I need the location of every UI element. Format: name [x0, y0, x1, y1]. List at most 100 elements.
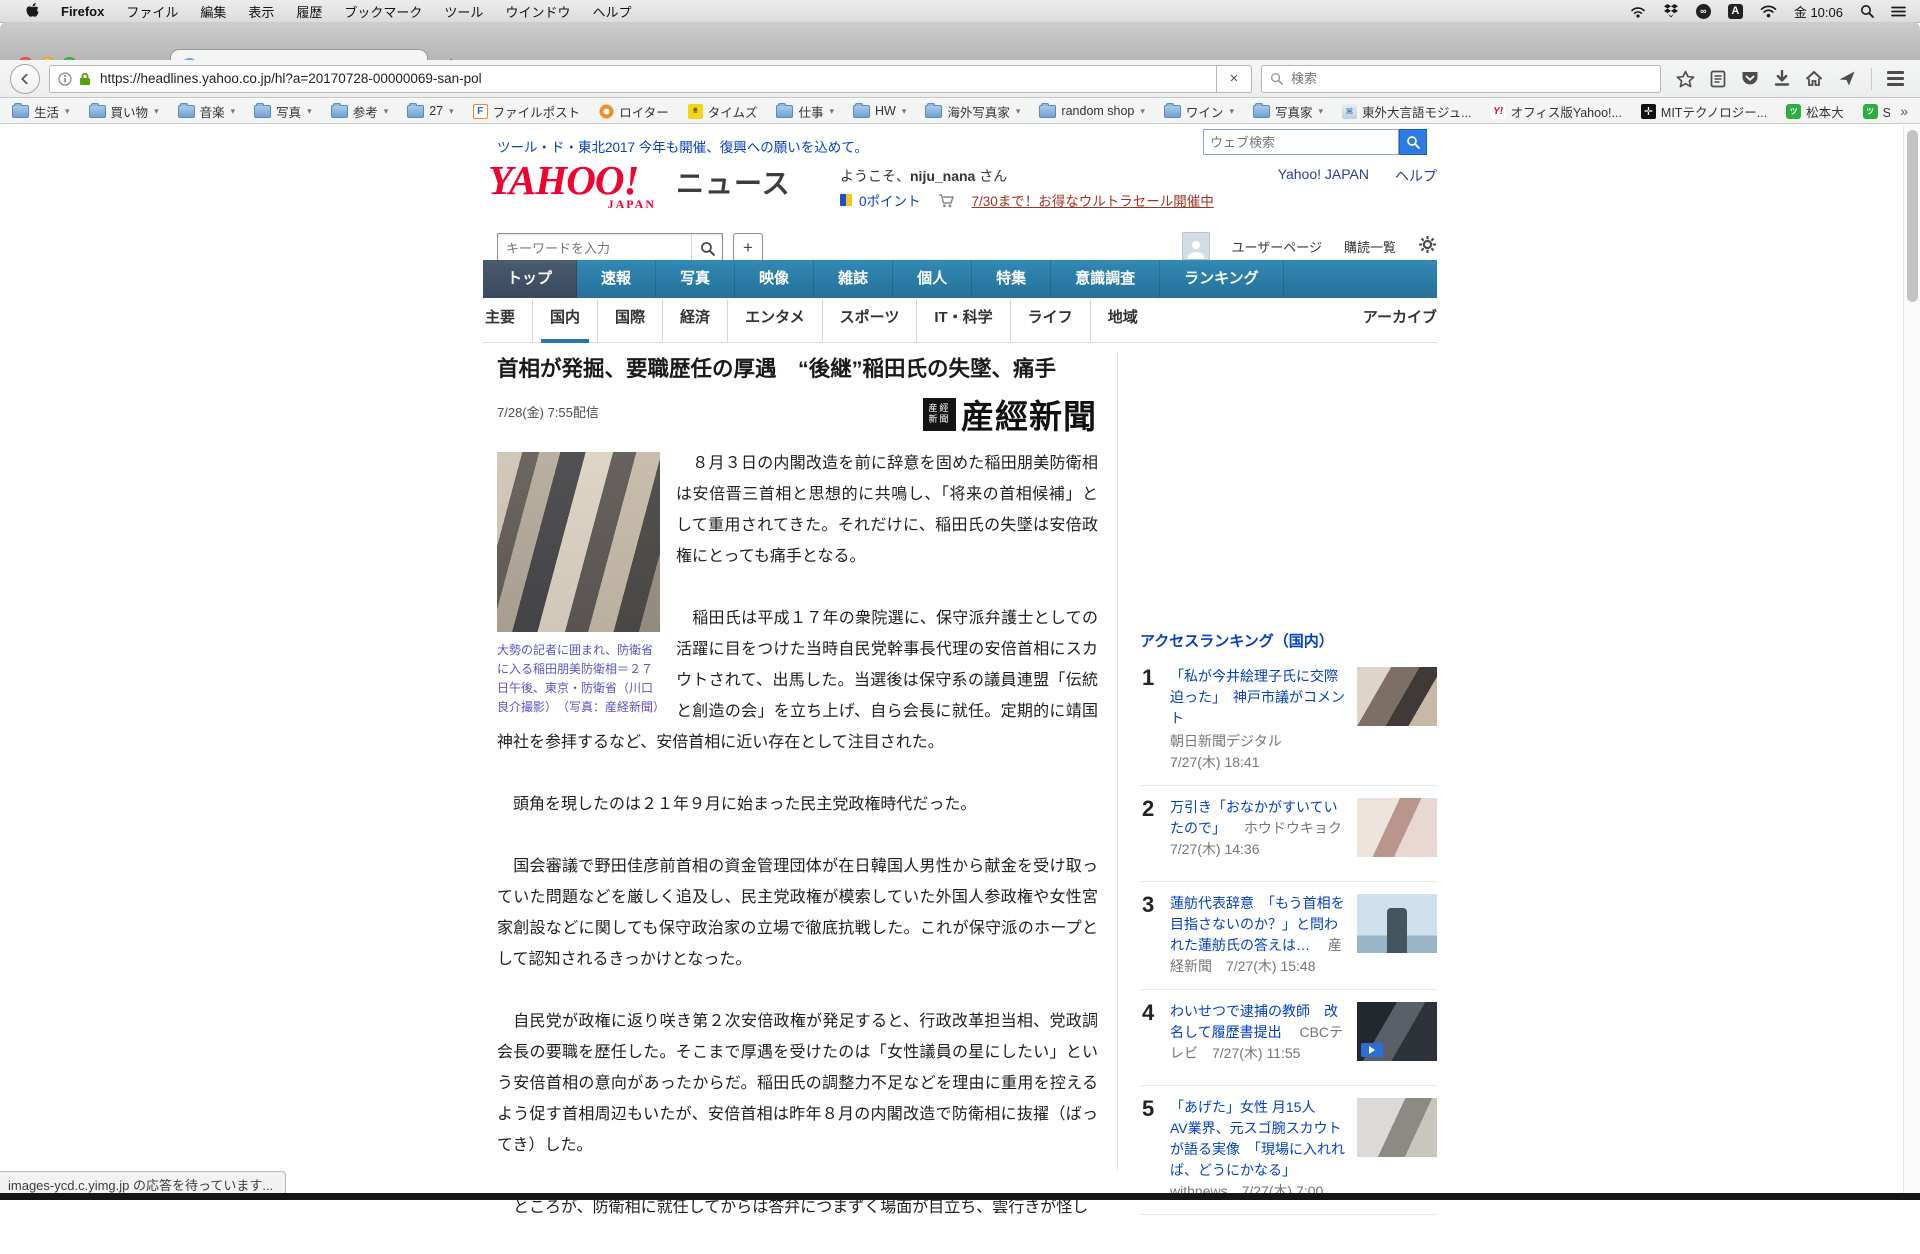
bookmark-item[interactable]: ⌘ 東外大言語モジュ...: [1342, 102, 1472, 121]
bookmark-folder[interactable]: 音楽: [177, 102, 236, 121]
bookmark-folder[interactable]: 海外写真家: [925, 102, 1020, 121]
bookmark-item[interactable]: ツSapere Vedere ～...: [1862, 102, 1890, 121]
scrollbar-thumb[interactable]: [1907, 130, 1918, 302]
bookmark-folder[interactable]: HW: [853, 103, 906, 118]
menu-window[interactable]: ウインドウ: [494, 2, 581, 21]
menu-tools[interactable]: ツール: [433, 2, 494, 21]
menu-bookmarks[interactable]: ブックマーク: [333, 2, 433, 21]
userpage-link[interactable]: ユーザーページ: [1232, 237, 1322, 256]
nav-tab-flash[interactable]: 速報: [577, 260, 657, 298]
signal-icon[interactable]: [1630, 5, 1646, 18]
yahoo-news-logo[interactable]: YAHOO! JAPAN ニュース: [488, 158, 791, 211]
category-domestic[interactable]: 国内: [532, 299, 597, 343]
nav-tab-photo[interactable]: 写真: [656, 260, 736, 298]
bookmark-folder[interactable]: ワイン: [1163, 102, 1234, 121]
back-button[interactable]: [10, 63, 40, 94]
points-link[interactable]: 0ポイント: [859, 190, 921, 210]
menu-view[interactable]: 表示: [237, 2, 285, 21]
wifi-icon[interactable]: [1760, 4, 1777, 18]
avatar[interactable]: [1181, 232, 1210, 260]
notification-center-icon[interactable]: [1891, 5, 1906, 18]
nav-tab-top[interactable]: トップ: [483, 260, 578, 298]
bookmark-item[interactable]: ✛ MITテクノロジー...: [1640, 102, 1767, 121]
ranking-link[interactable]: 「あげた」女性 月15人 AV業界、元スゴ腕スカウトが語る実像 「現場に入れれば…: [1170, 1099, 1345, 1178]
archive-link[interactable]: アーカイブ: [1346, 300, 1437, 343]
home-icon[interactable]: [1805, 70, 1823, 87]
pocket-icon[interactable]: [1741, 70, 1759, 87]
username[interactable]: niju_nana: [910, 168, 975, 184]
nav-tab-video[interactable]: 映像: [735, 260, 815, 298]
ranking-thumbnail[interactable]: [1357, 667, 1437, 726]
nav-tab-personal[interactable]: 個人: [893, 260, 973, 298]
bookmark-folder[interactable]: 参考: [330, 102, 389, 121]
category-world[interactable]: 国際: [597, 299, 662, 343]
browser-search-box[interactable]: [1261, 64, 1661, 93]
share-icon[interactable]: [1838, 70, 1856, 87]
news-search-button[interactable]: [691, 234, 722, 262]
subscriptions-link[interactable]: 購読一覧: [1344, 237, 1396, 256]
scrollbar-track[interactable]: [1903, 125, 1920, 1200]
category-local[interactable]: 地域: [1089, 299, 1155, 343]
nav-tab-feature[interactable]: 特集: [972, 260, 1052, 298]
category-entertainment[interactable]: エンタメ: [727, 299, 822, 343]
spotlight-search-icon[interactable]: [1860, 4, 1874, 18]
ranking-thumbnail[interactable]: [1357, 894, 1437, 953]
menu-firefox[interactable]: Firefox: [50, 4, 115, 19]
category-major[interactable]: 主要: [483, 300, 532, 343]
input-method-icon[interactable]: A: [1727, 3, 1743, 19]
ranking-link[interactable]: 「私が今井絵理子氏に交際迫った」 神戸市議がコメント: [1170, 668, 1345, 726]
bookmark-folder[interactable]: 写真: [254, 102, 312, 121]
bookmark-item[interactable]: F ファイルポスト: [472, 102, 580, 121]
category-economy[interactable]: 経済: [662, 299, 727, 343]
article-photo[interactable]: [497, 452, 660, 632]
bookmark-item[interactable]: ツ松本大: [1786, 102, 1844, 121]
ranking-title[interactable]: アクセスランキング（国内）: [1140, 630, 1334, 651]
category-sports[interactable]: スポーツ: [821, 299, 917, 343]
category-life[interactable]: ライフ: [1009, 299, 1090, 343]
web-search-button[interactable]: [1399, 129, 1427, 155]
bookmarks-overflow-chevron[interactable]: »: [1890, 103, 1908, 119]
photo-caption[interactable]: 大勢の記者に囲まれ、防衛省に入る稲田朋美防衛相＝２７日午後、東京・防衛省（川口良…: [497, 641, 665, 717]
url-bar[interactable]: [49, 64, 1217, 93]
sale-link[interactable]: 7/30まで！お得なウルトラセール開催中: [972, 190, 1214, 210]
nav-tab-poll[interactable]: 意識調査: [1051, 260, 1161, 298]
stop-button[interactable]: ×: [1217, 64, 1252, 93]
ranking-thumbnail[interactable]: [1357, 1098, 1437, 1157]
menu-history[interactable]: 履歴: [285, 2, 333, 21]
bookmark-folder[interactable]: 生活: [12, 102, 70, 121]
help-link[interactable]: ヘルプ: [1395, 166, 1437, 186]
creative-cloud-icon[interactable]: ∞: [1695, 3, 1711, 19]
settings-gear-icon[interactable]: [1418, 235, 1437, 257]
apple-menu-icon[interactable]: [14, 2, 50, 21]
menu-edit[interactable]: 編集: [189, 2, 237, 21]
bookmark-item[interactable]: ロイター: [599, 102, 669, 121]
menu-icon[interactable]: [1887, 71, 1904, 86]
bookmark-folder[interactable]: 27: [407, 103, 453, 118]
bookmark-folder[interactable]: random shop: [1039, 103, 1145, 118]
nav-tab-magazine[interactable]: 雑誌: [814, 260, 894, 298]
ranking-video-thumbnail[interactable]: [1357, 1002, 1437, 1061]
bookmark-item[interactable]: Y! オフィス版Yahoo!...: [1490, 102, 1622, 121]
bookmark-item[interactable]: ≣ タイムズ: [687, 102, 757, 121]
news-search-input[interactable]: [498, 240, 691, 256]
downloads-icon[interactable]: [1774, 70, 1790, 87]
reading-list-icon[interactable]: [1710, 70, 1726, 88]
web-search-input[interactable]: [1203, 129, 1399, 155]
category-it-science[interactable]: IT・科学: [916, 299, 1009, 343]
nav-tab-ranking[interactable]: ランキング: [1160, 260, 1284, 298]
news-search-box[interactable]: [497, 233, 723, 263]
menu-file[interactable]: ファイル: [115, 2, 189, 21]
bookmark-folder[interactable]: 仕事: [776, 102, 834, 121]
browser-search-input[interactable]: [1289, 70, 1652, 87]
ranking-thumbnail[interactable]: [1357, 798, 1437, 857]
bookmark-folder[interactable]: 買い物: [88, 102, 159, 121]
source-logo[interactable]: 産經 新聞 産經新聞: [897, 390, 1097, 438]
bookmark-star-icon[interactable]: [1676, 70, 1695, 88]
bookmark-folder[interactable]: 写真家: [1252, 102, 1323, 121]
menu-bar-clock[interactable]: 金 10:06: [1794, 2, 1843, 21]
add-search-tab-button[interactable]: +: [733, 233, 763, 263]
menu-help[interactable]: ヘルプ: [581, 2, 642, 21]
dropbox-icon[interactable]: [1663, 4, 1679, 18]
url-input[interactable]: [98, 70, 1208, 87]
promo-banner-link[interactable]: ツール・ド・東北2017 今年も開催、復興への願いを込めて。: [497, 136, 868, 156]
